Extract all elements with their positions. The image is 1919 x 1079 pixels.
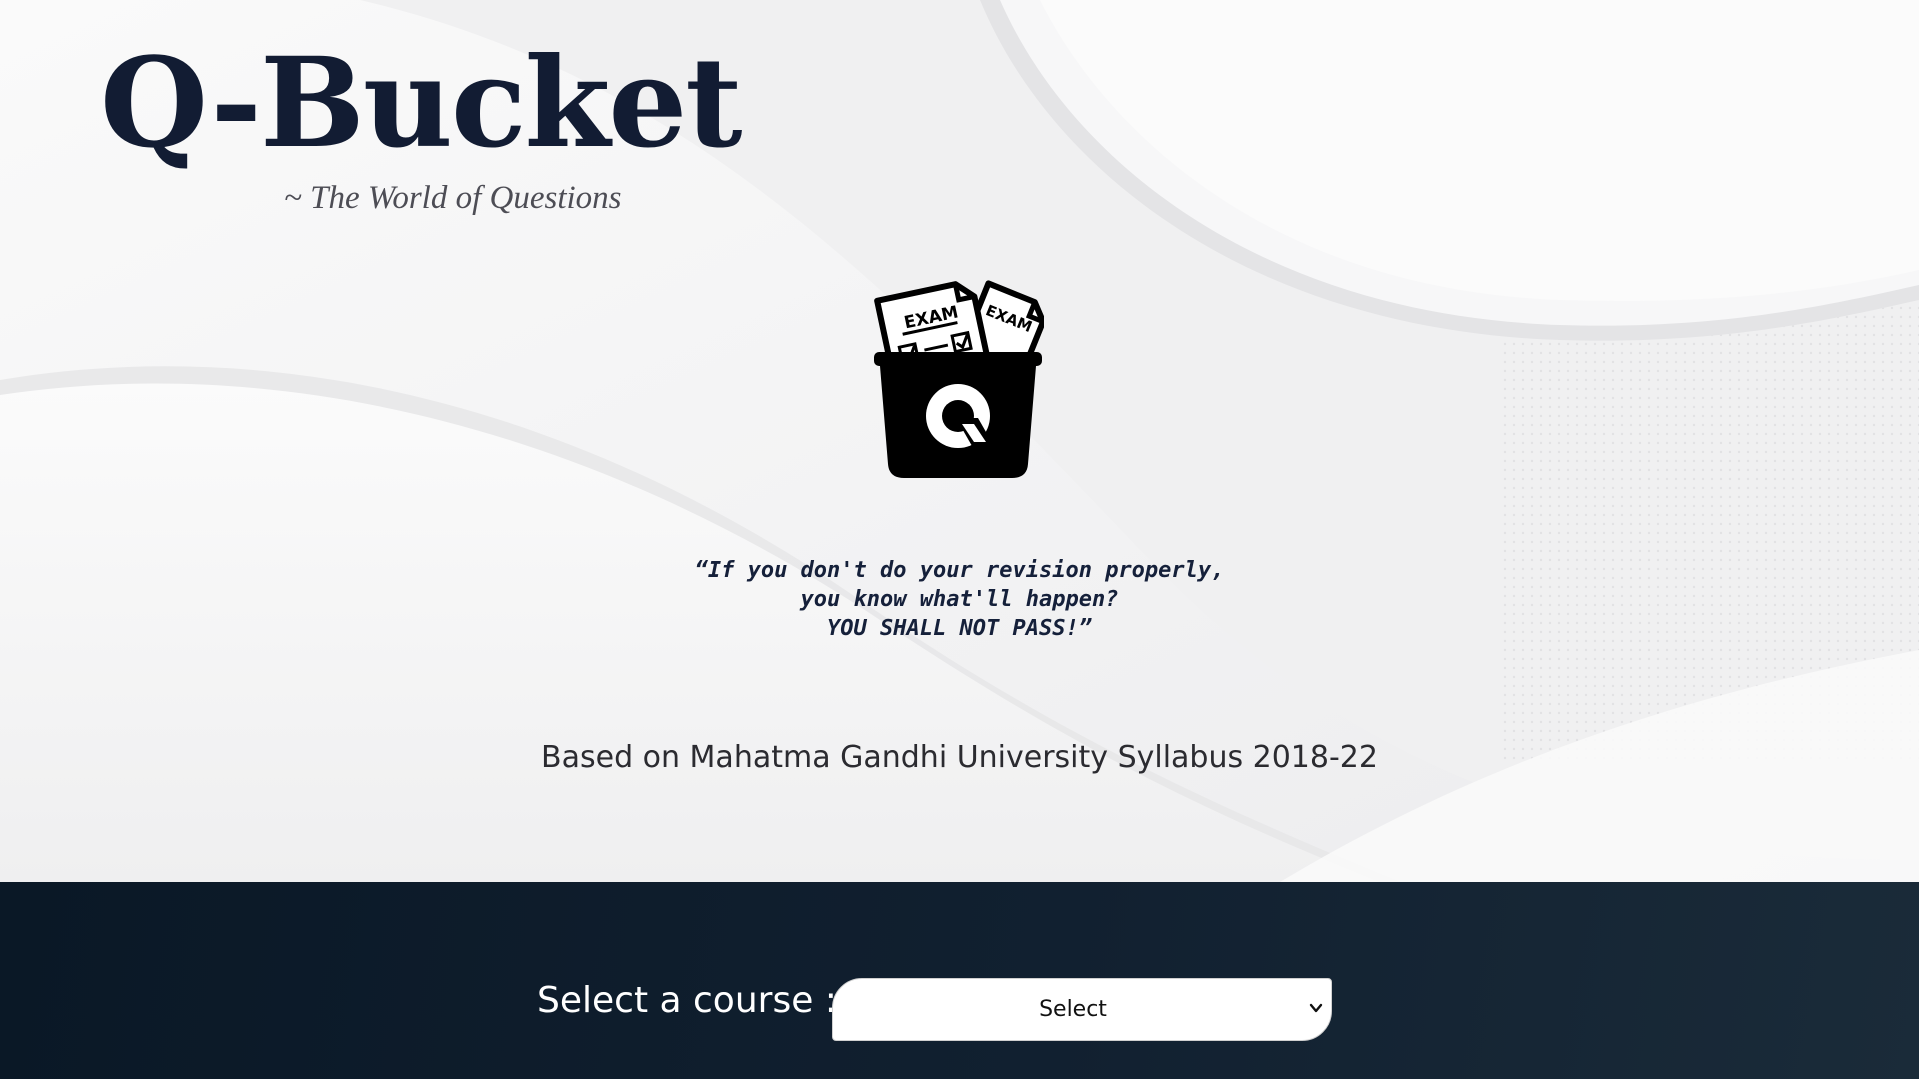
brand-title: Q-Bucket <box>100 31 743 176</box>
hero-section: Q-Bucket ~ The World of Questions EXAM E… <box>0 0 1919 882</box>
brand-tagline: ~ The World of Questions <box>284 180 622 216</box>
chevron-down-icon <box>1309 1003 1323 1013</box>
quote-line-2: you know what'll happen? <box>800 587 1119 612</box>
course-select-value: Select <box>1039 997 1107 1022</box>
quote-line-3: YOU SHALL NOT PASS!” <box>827 616 1092 641</box>
syllabus-note: Based on Mahatma Gandhi University Sylla… <box>541 740 1378 775</box>
bucket-letter: Q <box>872 268 873 269</box>
course-select-dropdown[interactable]: Select <box>832 978 1332 1041</box>
quote-line-1: “If you don't do your revision properly, <box>694 558 1225 583</box>
course-select-label: Select a course : <box>537 980 837 1021</box>
exam-bucket-icon: EXAM EXAM Q <box>872 268 1044 478</box>
quote: “If you don't do your revision properly,… <box>0 556 1919 643</box>
